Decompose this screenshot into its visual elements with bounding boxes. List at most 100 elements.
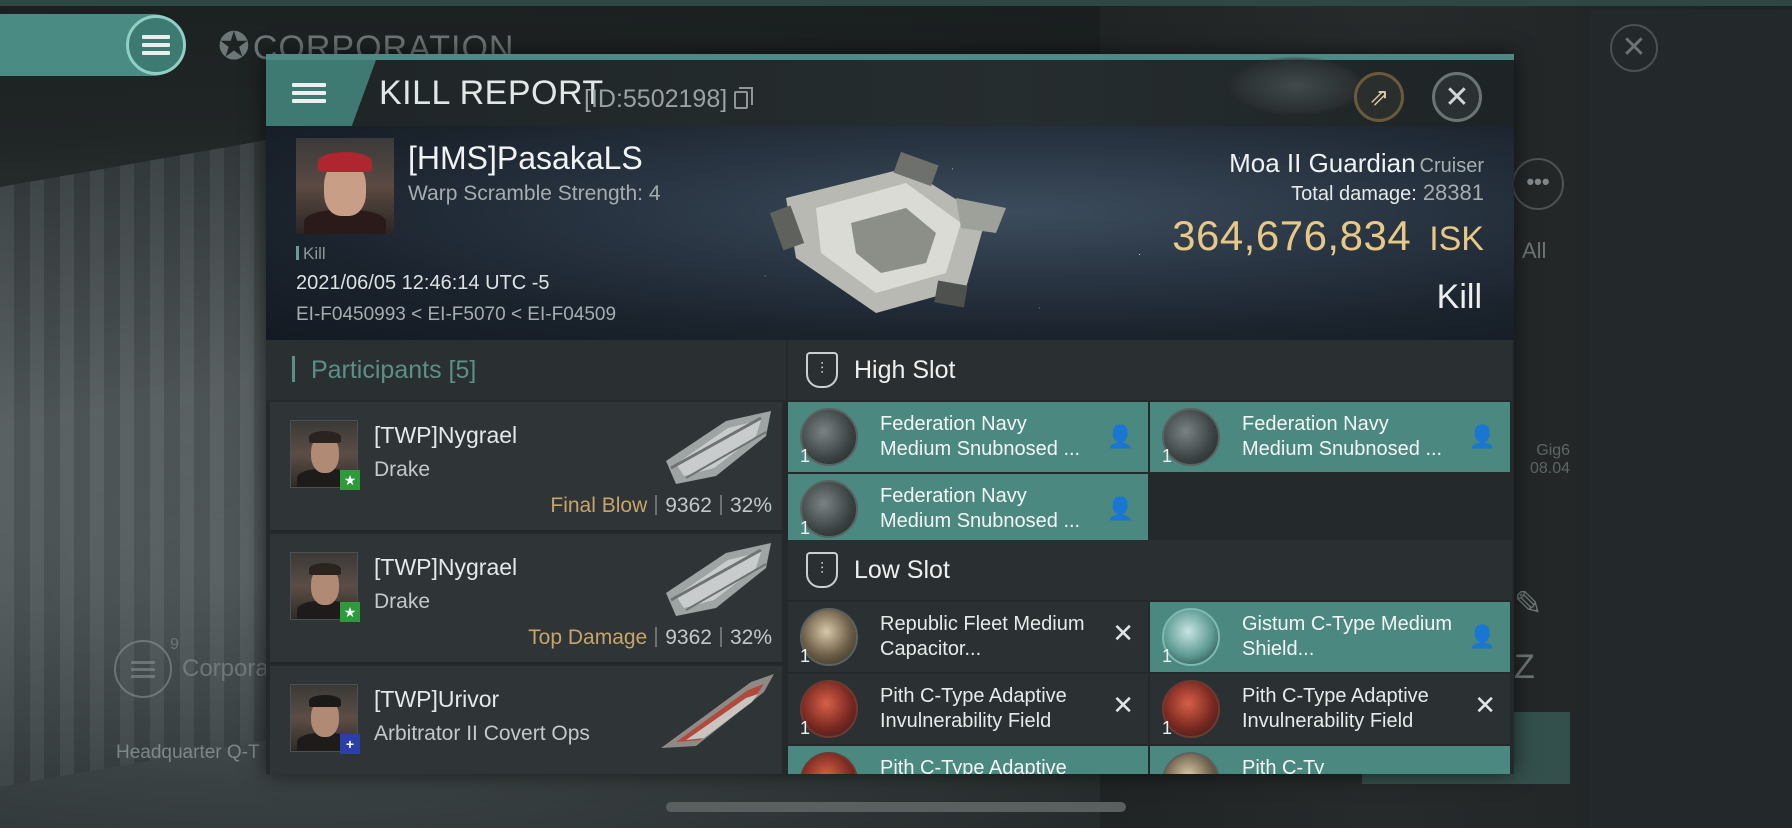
participant-name[interactable]: [TWP]Nygrael xyxy=(374,554,517,581)
participant-damage: 9362 xyxy=(665,626,712,649)
participant-ship: Drake xyxy=(374,458,431,481)
module-item[interactable]: 1 Republic Fleet Medium Capacitor... ✕ xyxy=(788,602,1148,672)
victim-ship-name: Moa II Guardian xyxy=(1229,148,1416,178)
participant-ship: Arbitrator II Covert Ops xyxy=(374,722,590,745)
kill-location[interactable]: EI-F0450993 < EI-F5070 < EI-F04509 xyxy=(296,304,616,326)
module-name: Pith C-Type Adaptive Invulnerability Fie… xyxy=(1242,685,1429,732)
edit-icon[interactable]: ✎ xyxy=(1514,584,1543,624)
share-icon: ⇗ xyxy=(1368,83,1390,111)
module-icon xyxy=(1162,752,1220,774)
module-item[interactable]: 1 Pith C-Type Adaptive Invulnerability F… xyxy=(1150,674,1510,744)
destroyed-x-icon: ✕ xyxy=(1474,690,1496,720)
participant-name[interactable]: [TWP]Nygrael xyxy=(374,422,517,449)
victim-ship-class: Cruiser xyxy=(1419,155,1484,177)
menu-icon xyxy=(292,83,326,103)
close-icon: ✕ xyxy=(1444,80,1470,114)
fitting-panel: ⫶ High Slot 1 Federation Navy Medium Snu… xyxy=(786,340,1514,774)
module-item[interactable]: 1 Gistum C-Type Medium Shield... 👤 xyxy=(1150,602,1510,672)
module-quantity: 1 xyxy=(800,718,811,738)
kill-report-id: [ID:5502198] xyxy=(584,85,728,113)
final-blow-tag: Final Blow xyxy=(550,494,648,517)
modal-header: KILL REPORT [ID:5502198] ⇗ ✕ xyxy=(266,56,1514,126)
close-button[interactable]: ✕ xyxy=(1432,72,1482,122)
side-info-line-2: 08.04 xyxy=(1530,460,1571,477)
participant-ship-image xyxy=(661,674,774,748)
module-name: Pith C-Type Adaptive Invulnerability Fie… xyxy=(880,685,1067,732)
participant-row[interactable]: + [TWP]Urivor Arbitrator II Covert Ops xyxy=(270,666,782,774)
participant-ship: Drake xyxy=(374,590,431,613)
home-indicator[interactable] xyxy=(666,802,1126,812)
participants-label: Participants xyxy=(310,356,442,384)
participant-ship-image xyxy=(666,411,771,484)
high-slot-title: High Slot xyxy=(854,355,956,384)
corporation-count: 9 xyxy=(170,636,179,653)
participant-name[interactable]: [TWP]Urivor xyxy=(374,686,499,713)
kill-report-title: KILL REPORT xyxy=(379,74,604,112)
total-damage-label: Total damage: xyxy=(1291,183,1417,205)
top-damage-tag: Top Damage xyxy=(528,626,648,649)
all-filter[interactable]: All xyxy=(1522,238,1546,264)
module-quantity: 1 xyxy=(800,518,811,538)
module-name: Republic Fleet Medium Capacitor... xyxy=(880,613,1085,660)
destroyed-x-icon: ✕ xyxy=(1112,690,1134,720)
module-item[interactable]: 1 Federation Navy Medium Snubnosed ... 👤 xyxy=(788,402,1148,472)
high-slot-header: ⫶ High Slot xyxy=(788,340,1512,400)
share-button[interactable]: ⇗ xyxy=(1354,72,1404,122)
main-menu-button[interactable] xyxy=(126,15,186,75)
more-options-button[interactable]: ••• xyxy=(1512,158,1564,210)
module-quantity: 1 xyxy=(1162,718,1173,738)
header-decoration xyxy=(1226,56,1366,116)
module-item[interactable]: 1 Federation Navy Medium Snubnosed ... 👤 xyxy=(788,474,1148,544)
module-name: Federation Navy Medium Snubnosed ... xyxy=(880,485,1081,532)
module-name: Pith C-Type Adaptive xyxy=(880,757,1067,774)
module-item[interactable]: Pith C-Type Adaptive xyxy=(788,746,1148,774)
kill-report-modal: KILL REPORT [ID:5502198] ⇗ ✕ [HMS]Pasaka… xyxy=(266,54,1514,774)
corporation-shortcut[interactable]: 9 Corpora xyxy=(114,636,269,698)
isk-value: 364,676,834 ISK xyxy=(1172,212,1484,260)
module-quantity: 1 xyxy=(800,446,811,466)
victim-ship-image[interactable] xyxy=(756,138,1016,328)
participant-damage: 9362 xyxy=(665,494,712,517)
victim-section: [HMS]PasakaLS Warp Scramble Strength: 4 … xyxy=(266,126,1514,340)
participant-row[interactable]: ★ [TWP]Nygrael Drake Top Damage 9362 32% xyxy=(270,534,782,664)
victim-ship[interactable]: Moa II Guardian Cruiser xyxy=(1229,148,1484,179)
sleep-icon[interactable]: Z xyxy=(1514,648,1535,687)
module-quantity: 1 xyxy=(800,646,811,666)
plus-badge-icon: + xyxy=(340,734,360,754)
copy-icon[interactable] xyxy=(734,87,753,109)
destroyed-x-icon: ✕ xyxy=(1112,618,1134,648)
background-side-panel xyxy=(1590,10,1792,828)
dropped-person-icon: 👤 xyxy=(1106,496,1134,521)
participant-row[interactable]: ★ [TWP]Nygrael Drake Final Blow 9362 32% xyxy=(270,402,782,532)
top-bar xyxy=(0,0,1792,6)
module-item[interactable]: 1 Federation Navy Medium Snubnosed ... 👤 xyxy=(1150,402,1510,472)
side-info-line-1: Gig6 xyxy=(1536,442,1571,459)
victim-avatar[interactable] xyxy=(296,138,394,234)
participant-stats: Final Blow 9362 32% xyxy=(550,494,772,518)
module-quantity: 1 xyxy=(1162,646,1173,666)
kill-datetime: 2021/06/05 12:46:14 UTC -5 xyxy=(296,272,550,294)
invulnerability-field-icon xyxy=(800,752,858,774)
corporation-label: Corpora xyxy=(182,655,269,682)
module-name: Federation Navy Medium Snubnosed ... xyxy=(1242,413,1443,460)
close-icon: ✕ xyxy=(1621,31,1647,64)
module-item[interactable]: Pith C-Ty xyxy=(1150,746,1510,774)
background-close-button[interactable]: ✕ xyxy=(1610,24,1658,72)
star-badge-icon: ★ xyxy=(340,470,360,490)
low-slot-header: ⫶ Low Slot xyxy=(788,540,1512,600)
kill-report-menu-button[interactable] xyxy=(266,60,376,126)
module-name: Federation Navy Medium Snubnosed ... xyxy=(880,413,1081,460)
low-slot-title: Low Slot xyxy=(854,555,950,584)
module-name: Pith C-Ty xyxy=(1242,757,1325,774)
menu-icon xyxy=(142,35,170,55)
victim-name[interactable]: [HMS]PasakaLS xyxy=(408,140,643,177)
total-damage: Total damage: 28381 xyxy=(1291,180,1484,206)
menu-icon xyxy=(131,660,155,678)
dropped-person-icon: 👤 xyxy=(1468,624,1496,649)
corporation-menu-circle xyxy=(114,640,172,698)
side-info: Gig6 08.04 xyxy=(1530,442,1570,478)
headquarter-text: Headquarter Q-T xyxy=(116,742,260,763)
module-quantity: 1 xyxy=(1162,446,1173,466)
participant-percent: 32% xyxy=(729,626,772,649)
module-item[interactable]: 1 Pith C-Type Adaptive Invulnerability F… xyxy=(788,674,1148,744)
